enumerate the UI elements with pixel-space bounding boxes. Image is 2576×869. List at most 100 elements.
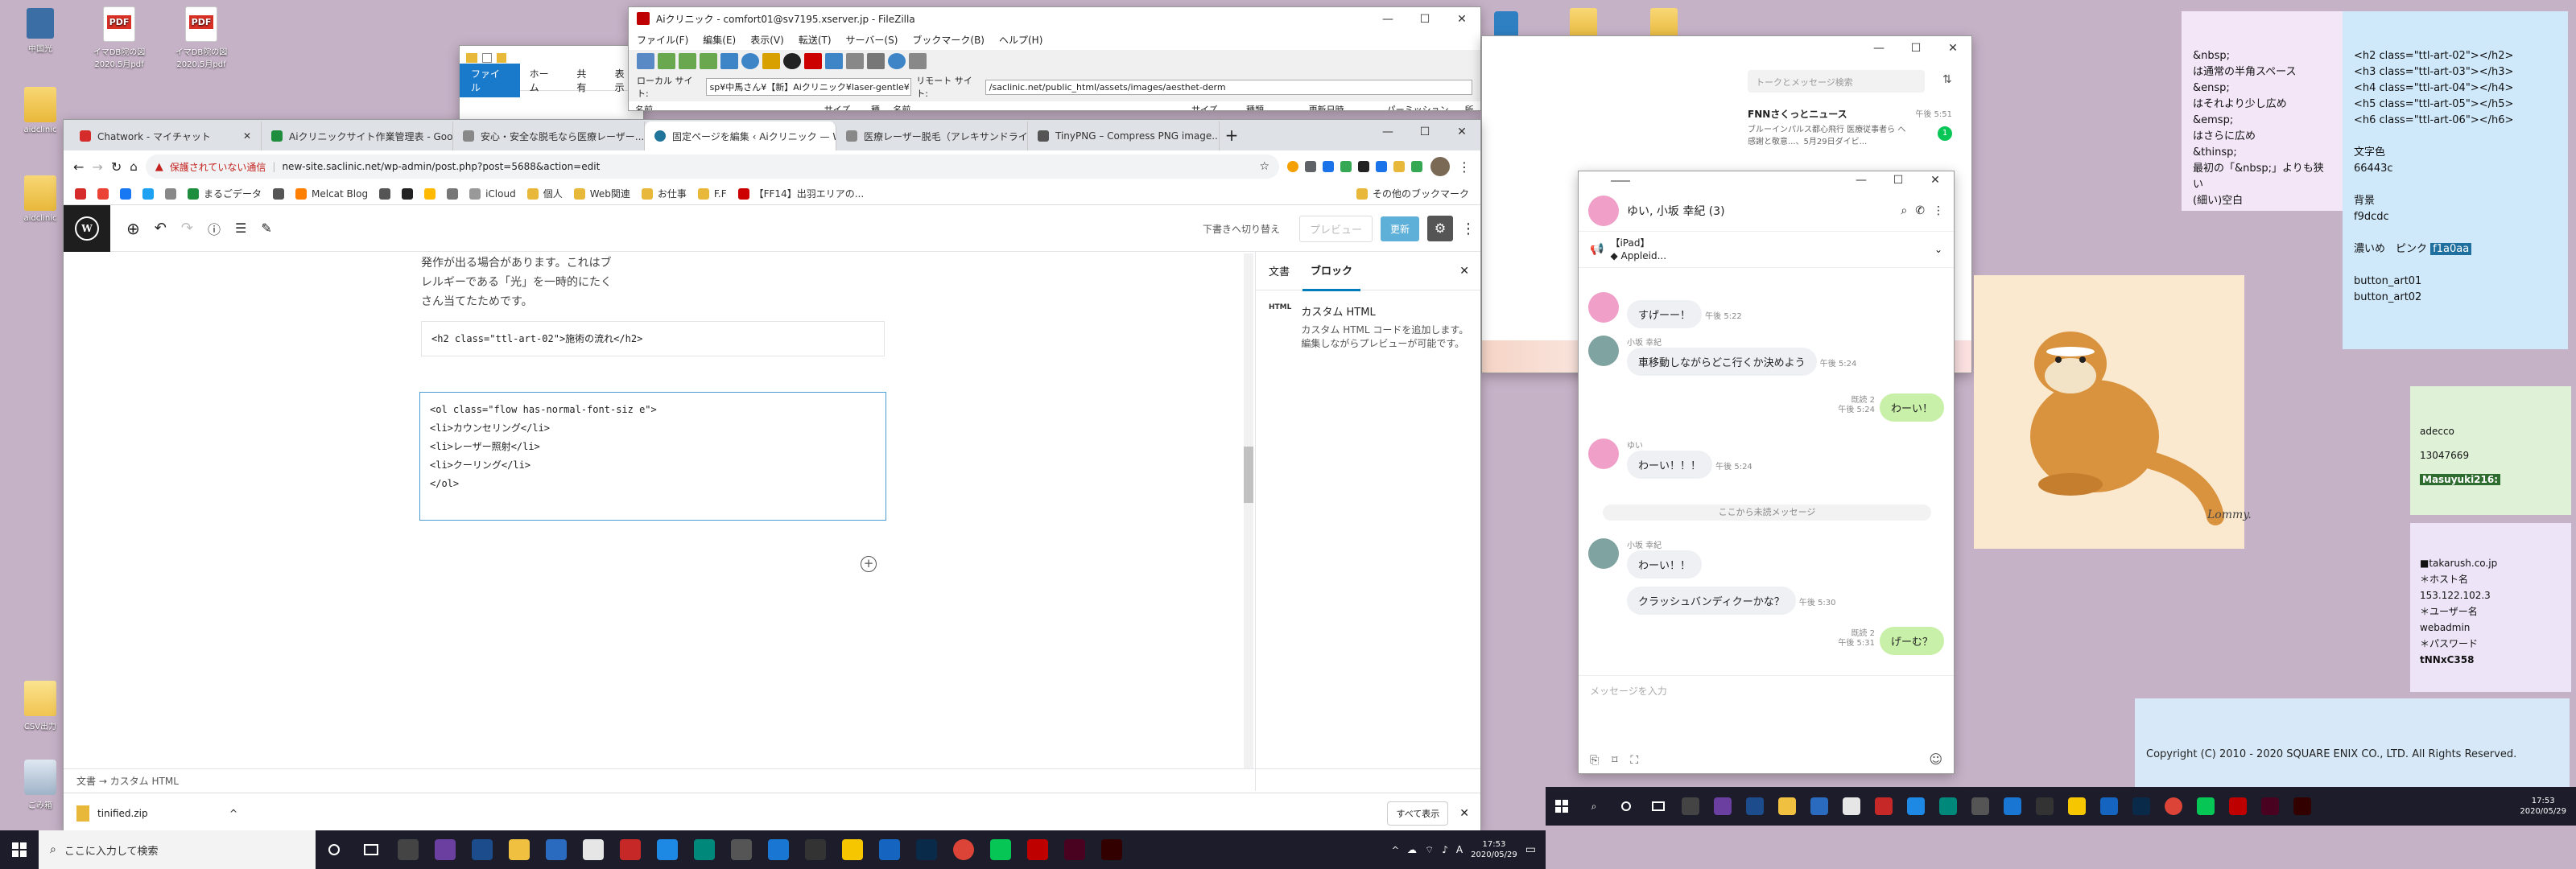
close-icon[interactable]: ✕ xyxy=(1443,7,1480,31)
network-icon[interactable]: ☁ xyxy=(1407,844,1417,855)
desktop-icon-folder-2[interactable]: aidclinic xyxy=(10,175,71,223)
line-icon[interactable] xyxy=(985,834,1016,865)
chrome-icon[interactable] xyxy=(2161,791,2186,822)
edge-icon[interactable] xyxy=(1903,791,1929,822)
minimize-icon[interactable]: — xyxy=(1369,120,1406,144)
desktop-icon-recycle-bin[interactable]: ごみ箱 xyxy=(10,760,71,810)
toggle-tree-icon[interactable] xyxy=(679,53,696,69)
close-icon[interactable]: ✕ xyxy=(1934,36,1971,60)
app-icon[interactable] xyxy=(874,834,905,865)
tab-laser-1[interactable]: 安心・安全な脱毛なら医療レーザー...✕ xyxy=(453,121,645,150)
local-col-type[interactable]: 種 xyxy=(871,103,886,110)
file-explorer-icon[interactable] xyxy=(504,834,535,865)
calculator-icon[interactable] xyxy=(393,834,423,865)
block-breadcrumb[interactable]: 文書 → カスタム HTML xyxy=(64,768,1480,793)
search-icon[interactable]: ⌕ xyxy=(1901,204,1907,217)
menu-file[interactable]: ファイル(F) xyxy=(637,33,688,47)
screenshot-icon[interactable]: ⛶ xyxy=(1630,754,1638,767)
chevron-up-icon[interactable]: ^ xyxy=(1392,845,1399,855)
amazon-icon[interactable] xyxy=(424,187,436,200)
minimize-icon[interactable]: — xyxy=(1860,36,1897,60)
photoshop-icon[interactable] xyxy=(2128,791,2154,822)
bookmark-item[interactable]: 【FF14】出羽エリアの... xyxy=(737,187,864,200)
app-icon[interactable] xyxy=(1871,791,1897,822)
extension-icon[interactable] xyxy=(1358,161,1369,172)
indesign-icon[interactable] xyxy=(2257,791,2283,822)
show-all-button[interactable]: すべて表示 xyxy=(1387,801,1449,826)
calculator-icon[interactable] xyxy=(1678,791,1703,822)
app-icon[interactable] xyxy=(1710,791,1736,822)
chrome-window[interactable]: Chatwork - マイチャット ✕ Aiクリニックサイト作業管理表 - Goo… xyxy=(63,119,1481,832)
app-icon[interactable] xyxy=(1742,791,1768,822)
bookmark-folder[interactable]: F.F xyxy=(697,187,727,200)
bookmark-icon[interactable]: ⌑ xyxy=(1612,754,1617,767)
extension-icon[interactable] xyxy=(1323,161,1334,172)
bookmark-icon[interactable] xyxy=(447,187,459,200)
cortana-icon[interactable] xyxy=(1613,791,1639,822)
sync-browse-icon[interactable] xyxy=(888,53,906,69)
app-icon[interactable] xyxy=(2032,791,2058,822)
sticky-note-purple[interactable]: &nbsp; は通常の半角スペース &ensp; はそれより少し広め &emsp… xyxy=(2182,11,2343,211)
address-bar[interactable]: ▲ 保護されていない通信 | new-site.saclinic.net/wp-… xyxy=(145,154,1279,179)
bookmark-folder[interactable]: Web関連 xyxy=(573,187,630,200)
task-view-icon[interactable] xyxy=(356,834,386,865)
bookmark-folder[interactable]: お仕事 xyxy=(641,187,687,200)
edge-icon[interactable] xyxy=(652,834,683,865)
compare-icon[interactable] xyxy=(867,53,885,69)
editor-scrollbar[interactable] xyxy=(1244,253,1253,768)
ribbon-tab-share[interactable]: 共有 xyxy=(567,64,605,97)
photoshop-icon[interactable] xyxy=(911,834,942,865)
indesign-icon[interactable] xyxy=(1059,834,1090,865)
app-icon[interactable] xyxy=(430,834,460,865)
switch-to-draft-link[interactable]: 下書きへ切り替え xyxy=(1203,222,1280,236)
bookmark-icon[interactable] xyxy=(402,187,414,200)
url-text[interactable]: new-site.saclinic.net/wp-admin/post.php?… xyxy=(282,161,600,172)
local-col-name[interactable]: 名前 xyxy=(629,103,824,110)
wp-logo-button[interactable]: W xyxy=(64,204,110,252)
app-icon[interactable] xyxy=(541,834,572,865)
start-button[interactable] xyxy=(1546,787,1578,826)
tab-chatwork[interactable]: Chatwork - マイチャット ✕ xyxy=(70,121,262,150)
bookmark-icon[interactable] xyxy=(379,187,391,200)
task-view-icon[interactable] xyxy=(1645,791,1671,822)
redo-icon[interactable]: ↷ xyxy=(181,220,193,237)
bookmark-item[interactable]: まるごデータ xyxy=(188,187,262,200)
taskbar-search[interactable]: ⌕ ここに入力して検索 xyxy=(39,830,316,869)
disconnect-icon[interactable] xyxy=(804,53,822,69)
bookmark-icon[interactable] xyxy=(75,187,86,200)
menu-dots-icon[interactable]: ⋮ xyxy=(1458,159,1471,175)
menu-transfer[interactable]: 転送(T) xyxy=(799,33,832,47)
notification-icon[interactable]: ▭ xyxy=(1525,843,1536,856)
paragraph-block[interactable]: 発作が出る場合があります。これはブ レルギーである「光」を一時的にたく さん当て… xyxy=(421,253,904,311)
filezilla-icon[interactable] xyxy=(1022,834,1053,865)
bookmark-item[interactable]: iCloud xyxy=(469,187,516,200)
menu-edit[interactable]: 編集(E) xyxy=(703,33,736,47)
close-tab-icon[interactable]: ✕ xyxy=(243,130,251,142)
attach-icon[interactable]: ⎘ xyxy=(1590,754,1599,767)
bookmark-icon[interactable] xyxy=(97,187,109,200)
menu-help[interactable]: ヘルプ(H) xyxy=(999,33,1042,47)
back-icon[interactable]: ← xyxy=(73,159,84,175)
sticky-note-blue[interactable]: <h2 class="ttl-art-02"></h2> <h3 class="… xyxy=(2343,11,2568,349)
close-download-bar-icon[interactable]: ✕ xyxy=(1459,807,1469,820)
ime-mode[interactable]: A xyxy=(1456,844,1463,855)
clock-secondary[interactable]: 17:53 2020/05/29 xyxy=(2520,796,2576,817)
more-menu-icon[interactable]: ⋮ xyxy=(1461,220,1476,237)
custom-html-block[interactable]: <ol class="flow has-normal-font-siz e"> … xyxy=(419,392,886,521)
desktop-icon-folder-1[interactable]: aidclinic xyxy=(10,87,71,134)
site-manager-icon[interactable] xyxy=(637,53,654,69)
sort-icon[interactable]: ⇅ xyxy=(1942,73,1952,86)
extension-icon[interactable] xyxy=(1305,161,1316,172)
line-icon[interactable] xyxy=(2193,791,2219,822)
menu-server[interactable]: サーバー(S) xyxy=(846,33,898,47)
wifi-icon[interactable]: ⌔ xyxy=(1425,844,1434,856)
profile-avatar[interactable] xyxy=(1430,157,1450,176)
illustrator-icon[interactable] xyxy=(2289,791,2315,822)
bookmark-icon[interactable] xyxy=(273,187,285,200)
desktop-icon-pdf-1[interactable]: イマDB院の図 2020.5月pdf xyxy=(89,6,150,69)
extension-icon[interactable] xyxy=(1411,161,1422,172)
bookmark-folder[interactable]: 個人 xyxy=(526,187,563,200)
local-path-input[interactable]: sp¥中馬さん¥【新】Aiクリニック¥laser-gentle¥ xyxy=(705,78,912,96)
search-icon[interactable]: ⌕ xyxy=(1581,791,1607,822)
preview-button[interactable]: プレビュー xyxy=(1298,215,1373,242)
